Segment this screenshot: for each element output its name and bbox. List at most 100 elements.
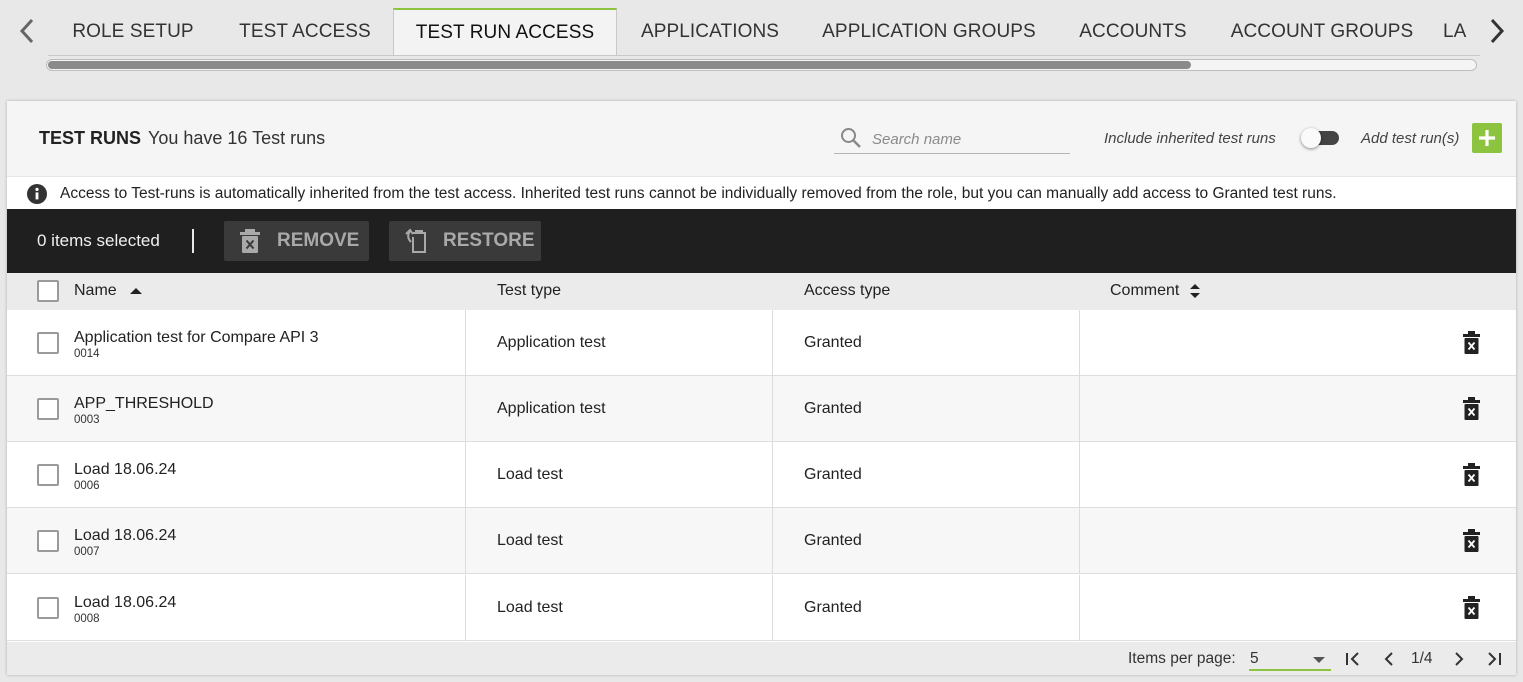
column-divider xyxy=(1079,575,1080,641)
access-type-cell: Granted xyxy=(804,334,862,351)
items-per-page-select[interactable]: 5 xyxy=(1249,647,1331,671)
action-divider xyxy=(192,229,194,253)
test-run-id: 0003 xyxy=(74,414,100,426)
remove-button[interactable]: REMOVE xyxy=(224,221,369,261)
next-page-button[interactable] xyxy=(1448,649,1470,669)
column-header-test-type-label: Test type xyxy=(497,282,562,299)
column-divider xyxy=(772,310,773,376)
include-inherited-label: Include inherited test runs xyxy=(1104,130,1276,147)
test-run-id: 0014 xyxy=(74,348,100,360)
column-header-comment[interactable]: Comment xyxy=(1110,282,1201,300)
column-header-name[interactable]: Name xyxy=(74,282,143,300)
page-indicator: 1/4 xyxy=(1411,650,1433,667)
test-run-count: You have 16 Test runs xyxy=(148,128,326,148)
test-run-id: 0008 xyxy=(74,613,100,625)
delete-row-icon[interactable] xyxy=(1463,529,1480,557)
row-checkbox[interactable] xyxy=(37,464,59,486)
plus-icon xyxy=(1479,130,1495,146)
table-row[interactable]: Load 18.06.24 0006 Load test Granted xyxy=(7,442,1516,508)
column-header-access-type: Access type xyxy=(804,282,890,300)
tab-account-groups[interactable]: ACCOUNT GROUPS xyxy=(1211,8,1433,56)
test-run-name: APP_THRESHOLD xyxy=(74,395,214,412)
table-row[interactable]: APP_THRESHOLD 0003 Application test Gran… xyxy=(7,376,1516,442)
tabs-scrollbar[interactable] xyxy=(46,59,1477,71)
table-row[interactable]: Load 18.06.24 0007 Load test Granted xyxy=(7,508,1516,574)
test-runs-panel: TEST RUNS You have 16 Test runs Include … xyxy=(7,101,1516,675)
tabs-scroll-right-button[interactable] xyxy=(1484,14,1510,48)
column-divider xyxy=(772,442,773,508)
include-inherited-toggle[interactable] xyxy=(1301,128,1342,148)
column-divider xyxy=(465,310,466,376)
row-checkbox[interactable] xyxy=(37,530,59,552)
panel-title: TEST RUNS xyxy=(39,128,142,148)
chevron-right-icon xyxy=(1490,18,1505,44)
dropdown-caret-icon xyxy=(1313,657,1325,663)
restore-button-label: RESTORE xyxy=(443,230,535,251)
chevron-left-icon xyxy=(19,18,34,44)
column-divider xyxy=(465,442,466,508)
test-type-cell: Application test xyxy=(497,334,606,351)
selection-action-bar: 0 items selected REMOVE RESTORE xyxy=(7,209,1516,273)
tab-applications[interactable]: APPLICATIONS xyxy=(617,8,803,56)
column-divider xyxy=(465,575,466,641)
last-page-icon xyxy=(1488,652,1501,666)
tab-truncated[interactable]: LA xyxy=(1443,8,1480,56)
search-icon xyxy=(840,127,862,154)
restore-button[interactable]: RESTORE xyxy=(389,221,541,261)
tabs-scrollbar-thumb[interactable] xyxy=(48,61,1191,69)
column-divider xyxy=(772,508,773,574)
column-divider xyxy=(1079,442,1080,508)
restore-icon xyxy=(404,228,432,260)
delete-row-icon[interactable] xyxy=(1463,331,1480,359)
search-input[interactable] xyxy=(872,128,1062,150)
tab-test-access[interactable]: TEST ACCESS xyxy=(218,8,392,56)
delete-row-icon[interactable] xyxy=(1463,397,1480,425)
test-run-id: 0007 xyxy=(74,546,100,558)
chevron-right-icon xyxy=(1455,652,1464,666)
column-divider xyxy=(1079,376,1080,442)
table-row[interactable]: Application test for Compare API 3 0014 … xyxy=(7,310,1516,376)
select-all-checkbox[interactable] xyxy=(37,280,59,302)
toggle-knob xyxy=(1301,128,1321,148)
row-checkbox[interactable] xyxy=(37,597,59,619)
test-run-name: Load 18.06.24 xyxy=(74,461,177,478)
trash-icon xyxy=(239,228,261,260)
tabs-scroll-left-button[interactable] xyxy=(14,14,40,48)
info-icon xyxy=(27,184,47,209)
tab-bar: ROLE SETUP TEST ACCESS TEST RUN ACCESS A… xyxy=(0,0,1523,100)
remove-button-label: REMOVE xyxy=(277,230,360,251)
table-row[interactable]: Load 18.06.24 0008 Load test Granted xyxy=(7,575,1516,641)
tab-application-groups[interactable]: APPLICATION GROUPS xyxy=(803,8,1055,56)
info-text: Access to Test-runs is automatically inh… xyxy=(60,185,1337,202)
access-type-cell: Granted xyxy=(804,599,862,616)
row-checkbox[interactable] xyxy=(37,332,59,354)
tab-underline xyxy=(48,55,1480,56)
test-run-name: Application test for Compare API 3 xyxy=(74,329,319,346)
column-header-name-label: Name xyxy=(74,282,117,299)
search-box xyxy=(834,123,1070,154)
previous-page-button[interactable] xyxy=(1378,649,1400,669)
items-per-page-value: 5 xyxy=(1250,650,1259,667)
access-type-cell: Granted xyxy=(804,466,862,483)
access-type-cell: Granted xyxy=(804,400,862,417)
delete-row-icon[interactable] xyxy=(1463,463,1480,491)
test-run-name: Load 18.06.24 xyxy=(74,594,177,611)
test-run-id: 0006 xyxy=(74,480,100,492)
test-type-cell: Load test xyxy=(497,599,563,616)
delete-row-icon[interactable] xyxy=(1463,596,1480,624)
column-divider xyxy=(1079,310,1080,376)
column-divider xyxy=(1079,508,1080,574)
column-header-comment-label: Comment xyxy=(1110,282,1180,299)
column-divider xyxy=(772,575,773,641)
tab-role-setup[interactable]: ROLE SETUP xyxy=(48,8,218,56)
items-per-page-label: Items per page: xyxy=(1128,650,1236,667)
tab-test-run-access[interactable]: TEST RUN ACCESS xyxy=(393,8,617,56)
first-page-button[interactable] xyxy=(1342,649,1364,669)
test-type-cell: Load test xyxy=(497,466,563,483)
last-page-button[interactable] xyxy=(1483,649,1505,669)
add-test-run-button[interactable] xyxy=(1472,123,1502,153)
info-bar: Access to Test-runs is automatically inh… xyxy=(7,176,1516,209)
column-divider xyxy=(465,376,466,442)
tab-accounts[interactable]: ACCOUNTS xyxy=(1055,8,1211,56)
row-checkbox[interactable] xyxy=(37,398,59,420)
